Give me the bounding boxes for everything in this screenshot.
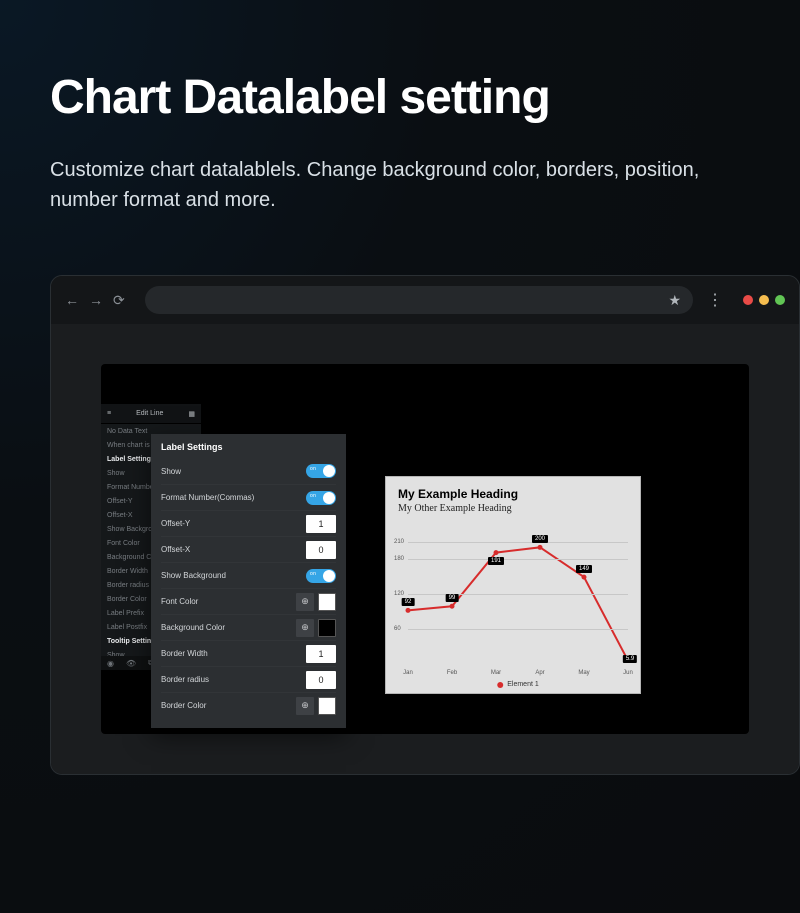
x-tick-label: May <box>578 670 589 676</box>
datalabel: 200 <box>532 535 548 543</box>
browser-toolbar: ← → ⟳ ★ ⋮ <box>51 276 799 324</box>
page-title: Chart Datalabel setting <box>50 70 750 125</box>
menu-icon[interactable]: ⋮ <box>703 290 727 310</box>
setting-label: Offset-Y <box>161 519 190 528</box>
color-swatch[interactable] <box>318 619 336 637</box>
y-tick-label: 60 <box>394 626 401 632</box>
number-input[interactable]: 1 <box>306 645 336 663</box>
x-tick-label: Jan <box>403 670 413 676</box>
setting-label: Offset-X <box>161 545 190 554</box>
gridline <box>408 559 628 560</box>
chart-plot-area: Element 1 60120180210JanFebMarAprMayJun9… <box>408 524 628 664</box>
x-tick-label: Mar <box>491 670 501 676</box>
setting-row: Font Color ⊕ <box>161 588 336 614</box>
page-subtitle: Customize chart datalablels. Change back… <box>50 155 710 215</box>
hamburger-icon[interactable]: ≡ <box>107 410 111 417</box>
setting-row: Show <box>161 458 336 484</box>
chart-heading: My Example Heading <box>398 487 628 501</box>
browser-viewport: ≡ Edit Line ▦ No Data TextWhen chart is … <box>51 324 799 774</box>
setting-label: Font Color <box>161 597 198 606</box>
eye-icon[interactable]: 👁 <box>126 659 136 668</box>
x-tick-label: Apr <box>535 670 544 676</box>
setting-row: Show Background <box>161 562 336 588</box>
color-swatch[interactable] <box>318 697 336 715</box>
legend-label: Element 1 <box>507 681 539 688</box>
toggle-switch[interactable] <box>306 491 336 505</box>
chart-subheading: My Other Example Heading <box>398 503 628 514</box>
label-settings-panel: Label Settings Show Format Number(Commas)… <box>151 434 346 728</box>
panel-header: Edit Line <box>136 410 163 417</box>
y-tick-label: 180 <box>394 556 404 562</box>
toggle-switch[interactable] <box>306 464 336 478</box>
setting-row: Border Width 1 <box>161 640 336 666</box>
maximize-icon[interactable] <box>775 295 785 305</box>
datalabel: 191 <box>488 557 504 565</box>
color-swatch[interactable] <box>318 593 336 611</box>
setting-row: Offset-X 0 <box>161 536 336 562</box>
datalabel: 92 <box>402 598 415 606</box>
gridline <box>408 542 628 543</box>
panel-title: Label Settings <box>161 442 336 452</box>
datalabel: 5.9 <box>623 655 637 663</box>
chart-legend: Element 1 <box>497 681 539 688</box>
minimize-icon[interactable] <box>759 295 769 305</box>
y-tick-label: 210 <box>394 539 404 545</box>
setting-label: Format Number(Commas) <box>161 493 254 502</box>
setting-row: Border radius 0 <box>161 666 336 692</box>
number-input[interactable]: 0 <box>306 671 336 689</box>
bookmark-icon[interactable]: ★ <box>668 292 681 309</box>
datalabel: 99 <box>446 594 459 602</box>
setting-label: Show Background <box>161 571 226 580</box>
gridline <box>408 629 628 630</box>
grid-icon[interactable]: ▦ <box>188 410 195 418</box>
setting-label: Show <box>161 467 181 476</box>
setting-row: Background Color ⊕ <box>161 614 336 640</box>
datalabel: 149 <box>576 565 592 573</box>
setting-row: Border Color ⊕ <box>161 692 336 718</box>
setting-label: Border Color <box>161 701 206 710</box>
setting-label: Background Color <box>161 623 225 632</box>
reload-icon[interactable]: ⟳ <box>113 292 125 309</box>
url-bar[interactable]: ★ <box>145 286 693 314</box>
x-tick-label: Jun <box>623 670 633 676</box>
number-input[interactable]: 0 <box>306 541 336 559</box>
toggle-switch[interactable] <box>306 569 336 583</box>
gridline <box>408 594 628 595</box>
back-icon[interactable]: ← <box>65 292 79 309</box>
y-tick-label: 120 <box>394 591 404 597</box>
browser-frame: ← → ⟳ ★ ⋮ ≡ Edit Li <box>50 275 800 775</box>
number-input[interactable]: 1 <box>306 515 336 533</box>
setting-label: Border radius <box>161 675 209 684</box>
editor-canvas: ≡ Edit Line ▦ No Data TextWhen chart is … <box>101 364 749 734</box>
legend-color-icon <box>497 682 503 688</box>
forward-icon[interactable]: → <box>89 292 103 309</box>
traffic-lights <box>743 295 785 305</box>
setting-label: Border Width <box>161 649 208 658</box>
setting-row: Offset-Y 1 <box>161 510 336 536</box>
globe-icon[interactable]: ⊕ <box>296 697 314 715</box>
setting-row: Format Number(Commas) <box>161 484 336 510</box>
globe-icon[interactable]: ⊕ <box>296 619 314 637</box>
chart-preview: My Example Heading My Other Example Head… <box>385 476 641 694</box>
close-icon[interactable] <box>743 295 753 305</box>
x-tick-label: Feb <box>447 670 457 676</box>
layers-icon[interactable]: ◉ <box>107 659 114 668</box>
globe-icon[interactable]: ⊕ <box>296 593 314 611</box>
